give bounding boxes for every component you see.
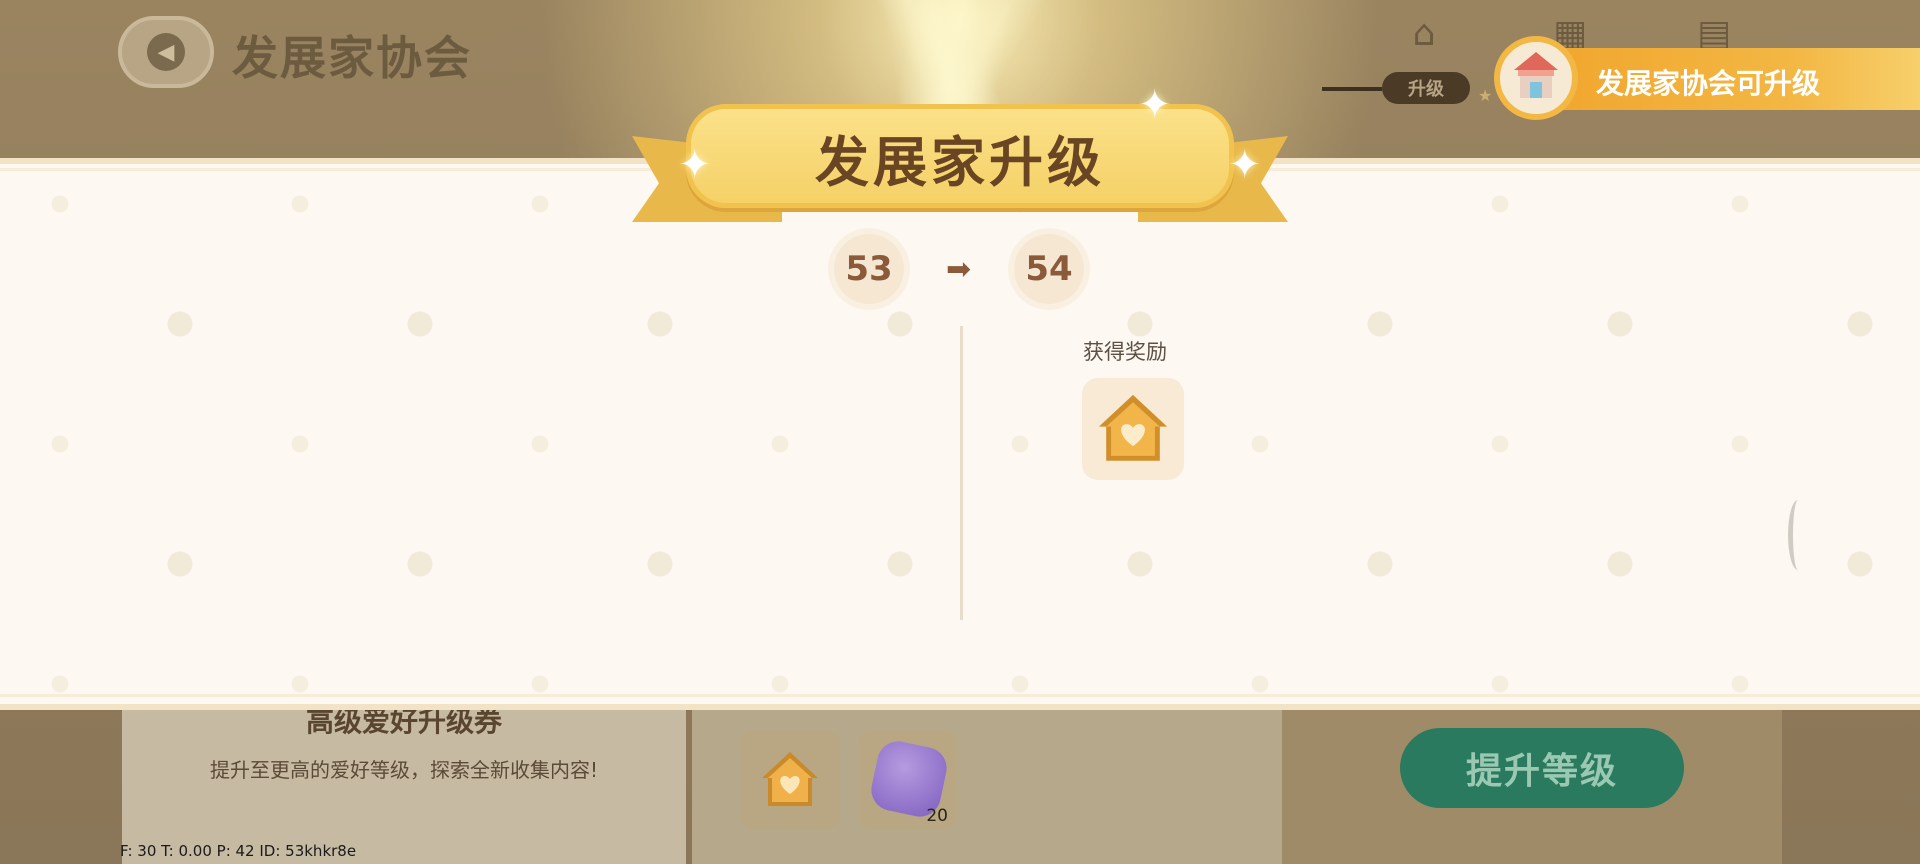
page-title: 发展家协会 bbox=[232, 31, 472, 85]
notification-text: 发展家协会可升级 bbox=[1596, 67, 1821, 100]
item-slot-star[interactable]: 20 bbox=[858, 730, 958, 830]
tab-indicator-line bbox=[1322, 87, 1382, 91]
modal-divider bbox=[960, 326, 963, 620]
ticket-subtitle: 提升至更高的爱好等级，探索全新收集内容! bbox=[209, 758, 599, 782]
reward-item[interactable] bbox=[1082, 378, 1184, 480]
shop-house-icon bbox=[1494, 36, 1578, 120]
tab-upgrade[interactable]: 升级 bbox=[1382, 72, 1470, 104]
chevron-left-icon: ◀ bbox=[147, 33, 185, 71]
level-from-badge: 53 bbox=[834, 234, 904, 304]
modal-title: 发展家升级 bbox=[815, 131, 1105, 194]
heart-house-icon bbox=[1098, 394, 1168, 461]
sparkle-icon: ✦ bbox=[1138, 82, 1172, 128]
star-icon: ★ bbox=[1478, 86, 1493, 105]
modal-border-bottom bbox=[0, 694, 1920, 697]
upgrade-level-button[interactable]: 提升等级 bbox=[1400, 728, 1684, 808]
back-button[interactable]: ◀ bbox=[118, 16, 214, 88]
sparkle-icon: ✦ bbox=[678, 142, 712, 188]
arrow-right-icon: ➡ bbox=[946, 252, 972, 287]
debug-overlay: F: 30 T: 0.00 P: 42 ID: 53khkr8e bbox=[120, 842, 357, 860]
sparkle-icon: ✦ bbox=[1228, 142, 1262, 188]
item-slot-house[interactable] bbox=[740, 730, 840, 830]
item-count: 20 bbox=[926, 806, 948, 826]
side-handle[interactable] bbox=[1788, 500, 1808, 570]
reward-title: 获得奖励 bbox=[1083, 340, 1167, 364]
home-icon[interactable]: ⌂ bbox=[1402, 14, 1446, 54]
level-to-badge: 54 bbox=[1014, 234, 1084, 304]
heart-house-icon bbox=[762, 752, 818, 806]
